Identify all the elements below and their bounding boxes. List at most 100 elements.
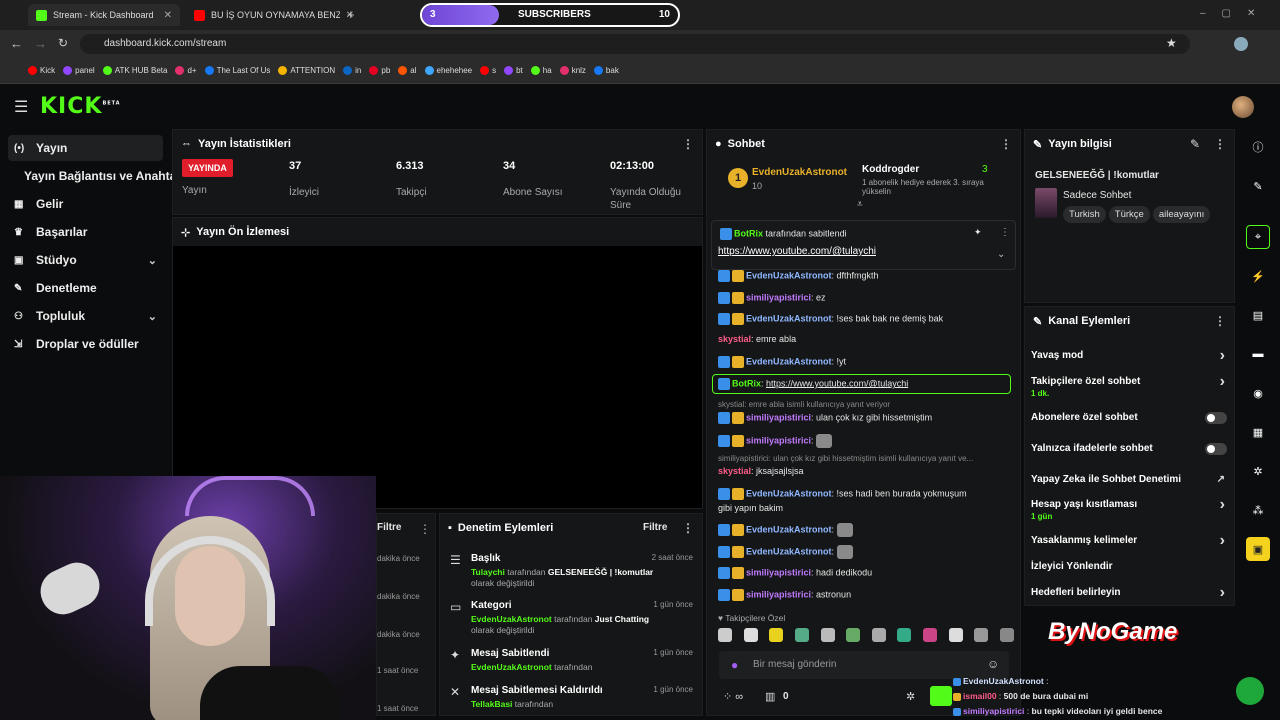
chat-username[interactable]: similiyapistirici: [746, 292, 811, 302]
chat-username[interactable]: EvdenUzakAstronot: [746, 270, 832, 280]
support-chat-button[interactable]: [1236, 677, 1264, 705]
sidebar-item-4[interactable]: ▣ Stüdyo ⌄: [8, 247, 163, 273]
close-tab-icon[interactable]: ✕: [164, 10, 172, 21]
channel-action-item[interactable]: Abonelere özel sohbet: [1031, 412, 1229, 424]
partial-filter-button[interactable]: Filtre: [377, 522, 401, 533]
bookmark-item[interactable]: s: [480, 66, 496, 75]
pinned-link[interactable]: https://www.youtube.com/@tulaychi: [718, 246, 876, 257]
forward-icon[interactable]: →: [34, 36, 47, 51]
bookmark-item[interactable]: panel: [63, 66, 95, 75]
back-icon[interactable]: ←: [10, 36, 23, 51]
document-icon[interactable]: ▤: [1246, 303, 1270, 327]
edit-icon[interactable]: ✎: [1190, 137, 1200, 151]
sidebar-item-1[interactable]: Yayın Bağlantısı ve Anahtarı: [8, 163, 184, 189]
chat-username[interactable]: similiyapistirici: [746, 435, 811, 445]
chat-username[interactable]: similiyapistirici: [746, 412, 811, 422]
server-icon[interactable]: ▦: [1246, 420, 1270, 444]
top-gifter-name[interactable]: EvdenUzakAstronot: [752, 167, 847, 178]
store-icon[interactable]: ▥: [765, 690, 775, 703]
chevron-down-icon[interactable]: ⌄: [148, 310, 157, 323]
bookmark-star-icon[interactable]: ★: [1166, 36, 1177, 50]
send-button[interactable]: [930, 686, 952, 706]
emote-icon[interactable]: [999, 628, 1014, 642]
bookmark-item[interactable]: bak: [593, 66, 619, 75]
chat-rail-icon[interactable]: ▬: [1246, 342, 1270, 366]
pinned-menu-icon[interactable]: ⋮: [1000, 227, 1010, 238]
focus-icon[interactable]: ⌖: [1246, 225, 1270, 249]
emote-icon[interactable]: [846, 628, 861, 642]
users-infinity-icon[interactable]: ⁘ ∞: [723, 690, 743, 703]
gift-user-name[interactable]: Koddrogder: [862, 164, 919, 175]
mod-actor[interactable]: TellakBasi: [471, 699, 512, 709]
channel-action-item[interactable]: Yavaş mod ›: [1031, 347, 1229, 364]
chat-settings-icon[interactable]: ✲: [906, 690, 915, 703]
mod-actor[interactable]: Tulaychi: [471, 567, 505, 577]
share-icon[interactable]: ⁂: [1246, 498, 1270, 522]
bookmark-item[interactable]: Kick: [28, 66, 55, 75]
bookmark-item[interactable]: ATTENTION: [278, 66, 335, 75]
external-link-icon[interactable]: ↗: [1217, 474, 1225, 485]
mod-filter-button[interactable]: Filtre: [643, 522, 667, 533]
mic-icon[interactable]: ●: [731, 658, 738, 672]
chat-username[interactable]: EvdenUzakAstronot: [746, 488, 832, 498]
chat-username[interactable]: skystial: [718, 466, 751, 476]
channel-actions-menu-icon[interactable]: ⋮: [1214, 314, 1226, 328]
emote-icon[interactable]: [718, 628, 732, 642]
emote-icon[interactable]: [820, 628, 835, 642]
stats-menu-icon[interactable]: ⋮: [682, 137, 694, 151]
channel-action-item[interactable]: Takipçilere özel sohbet 1 dk. ›: [1031, 373, 1229, 398]
emote-icon[interactable]: [743, 628, 758, 642]
chevron-right-icon[interactable]: ›: [1220, 584, 1225, 602]
emote-icon[interactable]: [974, 628, 989, 642]
emote-icon[interactable]: [948, 628, 963, 642]
reload-icon[interactable]: ↻: [58, 36, 68, 50]
channel-action-item[interactable]: Yalnızca ifadelerle sohbet: [1031, 443, 1229, 455]
emote-icon[interactable]: [897, 628, 912, 642]
channel-action-item[interactable]: Hedefleri belirleyin ›: [1031, 584, 1229, 601]
chevron-right-icon[interactable]: ›: [1220, 373, 1225, 391]
pin-icon[interactable]: ✦: [974, 227, 982, 238]
partial-menu-icon[interactable]: ⋮: [419, 522, 431, 536]
mod-menu-icon[interactable]: ⋮: [682, 521, 694, 535]
lightning-icon[interactable]: ⚡: [1246, 264, 1270, 288]
collapse-icon[interactable]: ⩡: [857, 199, 863, 210]
sidebar-item-3[interactable]: ♛ Başarılar: [8, 219, 163, 245]
chevron-right-icon[interactable]: ›: [1220, 532, 1225, 550]
channel-action-item[interactable]: Yapay Zeka ile Sohbet Denetimi ↗: [1031, 474, 1229, 485]
emoji-icon[interactable]: ☺: [987, 657, 999, 671]
mod-actor[interactable]: EvdenUzakAstronot: [471, 614, 552, 624]
bookmark-item[interactable]: bt: [504, 66, 523, 75]
bookmark-item[interactable]: The Last Of Us: [204, 66, 270, 75]
sidebar-item-7[interactable]: ⇲ Droplar ve ödüller: [8, 331, 163, 357]
bookmark-item[interactable]: d+: [175, 66, 197, 75]
channel-action-item[interactable]: İzleyici Yönlendir: [1031, 561, 1229, 572]
edit-rail-icon[interactable]: ✎: [1246, 174, 1270, 198]
chat-username[interactable]: EvdenUzakAstronot: [746, 313, 832, 323]
toggle-switch[interactable]: [1205, 443, 1227, 455]
sidebar-item-6[interactable]: ⚇ Topluluk ⌄: [8, 303, 163, 329]
new-tab-icon[interactable]: +: [347, 7, 355, 22]
kick-logo[interactable]: KICKBETA: [40, 94, 121, 119]
bookmark-item[interactable]: ha: [530, 66, 552, 75]
gift-icon[interactable]: ▣: [1246, 537, 1270, 561]
bookmark-item[interactable]: ATK HUB Beta: [102, 66, 167, 75]
chat-username[interactable]: similiyapistirici: [746, 589, 811, 599]
info-icon[interactable]: ⓘ: [1246, 135, 1270, 159]
stream-info-menu-icon[interactable]: ⋮: [1214, 137, 1226, 151]
url-field[interactable]: dashboard.kick.com/stream: [80, 34, 1190, 54]
tab-youtube-video[interactable]: BU İŞ OYUN OYNAMAYA BENZE ✕: [186, 4, 362, 26]
sidebar-item-2[interactable]: ▦ Gelir: [8, 191, 163, 217]
mod-actor[interactable]: EvdenUzakAstronot: [471, 662, 552, 672]
sidebar-item-5[interactable]: ✎ Denetleme: [8, 275, 163, 301]
menu-icon[interactable]: ☰: [14, 97, 28, 117]
chat-username[interactable]: EvdenUzakAstronot: [746, 546, 832, 556]
chat-username[interactable]: similiyapistirici: [746, 567, 811, 577]
toggle-switch[interactable]: [1205, 412, 1227, 424]
bookmark-item[interactable]: ehehehee: [424, 66, 472, 75]
tools-icon[interactable]: ✲: [1246, 459, 1270, 483]
chat-menu-icon[interactable]: ⋮: [1000, 137, 1012, 151]
tab-kick-dashboard[interactable]: Stream - Kick Dashboard ✕: [28, 4, 180, 26]
chat-username[interactable]: EvdenUzakAstronot: [746, 356, 832, 366]
channel-action-item[interactable]: Yasaklanmış kelimeler ›: [1031, 532, 1229, 549]
broadcast-rail-icon[interactable]: ◉: [1246, 381, 1270, 405]
